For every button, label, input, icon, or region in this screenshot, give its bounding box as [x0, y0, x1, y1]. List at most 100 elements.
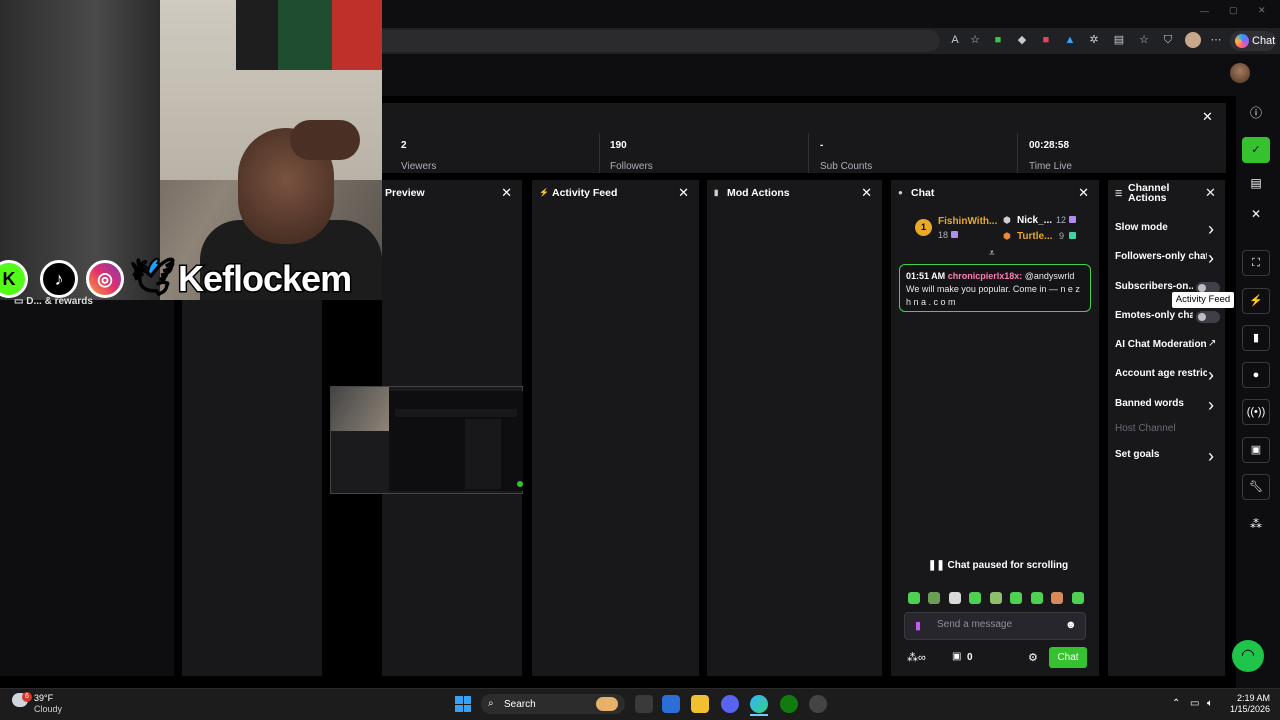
windows-start-icon[interactable]: [455, 696, 471, 712]
chat-icon[interactable]: ●: [1242, 362, 1270, 388]
document-icon[interactable]: ▮: [1242, 325, 1270, 351]
discord-icon[interactable]: [721, 695, 739, 713]
channel-actions-close-icon[interactable]: ✕: [1205, 185, 1216, 201]
emote-icon[interactable]: [1010, 592, 1022, 604]
emote-icon[interactable]: [949, 592, 961, 604]
chevron-right-icon[interactable]: ›: [1208, 248, 1214, 269]
chat-bubble-icon: ●: [898, 188, 903, 197]
extension-2-icon[interactable]: ◆: [1015, 33, 1029, 47]
streamer-arm: [290, 120, 360, 160]
emote-icon[interactable]: [969, 592, 981, 604]
layout-icon[interactable]: ▤: [1242, 170, 1270, 196]
chat-paused-notice[interactable]: ❚❚ Chat paused for scrolling: [928, 560, 1068, 571]
chat-close-icon[interactable]: ✕: [1078, 185, 1089, 201]
extensions-puzzle-icon[interactable]: ✲: [1087, 33, 1101, 47]
message-input-box[interactable]: ▮ ☻: [904, 612, 1086, 640]
more-menu-icon[interactable]: ⋯: [1209, 33, 1223, 47]
external-link-icon[interactable]: ↗: [1208, 338, 1216, 349]
leader-3-name[interactable]: Turtle...: [1017, 231, 1052, 242]
channel-action-3[interactable]: Emotes-only chat: [1115, 310, 1193, 321]
chevron-right-icon[interactable]: ›: [1208, 395, 1214, 416]
browser-essentials-icon[interactable]: ⛉: [1161, 33, 1175, 47]
chat-message[interactable]: 01:51 AM chronicpierlx18x: @andyswrld We…: [899, 264, 1091, 312]
store-icon[interactable]: ▣: [952, 651, 961, 662]
user-avatar[interactable]: [1230, 63, 1250, 83]
app-icon[interactable]: [809, 695, 827, 713]
toggle-switch[interactable]: [1196, 311, 1220, 323]
weather-temp[interactable]: 39°F: [34, 693, 53, 703]
info-icon[interactable]: ⓘ: [1242, 100, 1270, 126]
channel-action-5[interactable]: Account age restric: [1115, 368, 1207, 379]
preview-close-icon[interactable]: ✕: [501, 185, 512, 201]
check-icon[interactable]: ✓: [1242, 137, 1270, 163]
emote-icon[interactable]: [990, 592, 1002, 604]
channel-action-2[interactable]: Subscribers-on...: [1115, 281, 1193, 292]
share-icon[interactable]: ⁂: [1242, 511, 1270, 537]
microphone-icon[interactable]: ▮: [915, 619, 921, 632]
chat-settings-gear-icon[interactable]: ⚙: [1028, 651, 1038, 664]
read-aloud-icon[interactable]: A: [948, 33, 962, 47]
stats-close-icon[interactable]: ✕: [1202, 109, 1213, 125]
weather-condition[interactable]: Cloudy: [34, 704, 62, 714]
network-icon[interactable]: ▭: [1190, 698, 1199, 709]
tiktok-logo: ♪: [40, 260, 78, 298]
store-app-icon[interactable]: [662, 695, 680, 713]
channel-action-6[interactable]: Banned words: [1115, 398, 1207, 409]
emote-icon[interactable]: [1051, 592, 1063, 604]
rewards-sidebar-item[interactable]: ▭ D... & rewards: [14, 296, 93, 307]
tray-chevron-icon[interactable]: ⌃: [1172, 698, 1180, 709]
task-view-icon[interactable]: [635, 695, 653, 713]
emote-icon[interactable]: [1072, 592, 1084, 604]
expand-leaderboard-icon[interactable]: ⩡: [989, 248, 995, 259]
channel-action-8[interactable]: Set goals: [1115, 449, 1207, 460]
message-input[interactable]: [937, 619, 1057, 630]
leader-1-name[interactable]: FishinWith...: [938, 216, 997, 227]
chevron-right-icon[interactable]: ›: [1208, 446, 1214, 467]
leader-2-count: 12: [1056, 215, 1067, 225]
activity-feed-close-icon[interactable]: ✕: [678, 185, 689, 201]
channel-action-1[interactable]: Followers-only chat: [1115, 251, 1207, 262]
channel-action-4[interactable]: AI Chat Moderation: [1115, 339, 1207, 350]
profile-avatar-icon[interactable]: [1185, 32, 1201, 48]
window-maximize-icon[interactable]: ▢: [1229, 5, 1238, 16]
preview-panel-header: Preview ✕: [382, 180, 522, 206]
emoji-icon[interactable]: ☻: [1065, 619, 1077, 631]
taskbar-date[interactable]: 1/15/2026: [1220, 704, 1270, 714]
volume-icon[interactable]: 🔈︎: [1207, 698, 1213, 709]
lightning-icon[interactable]: ⚡: [1242, 288, 1270, 314]
split-screen-icon[interactable]: ▤: [1112, 33, 1126, 47]
favorite-star-icon[interactable]: ☆: [968, 33, 982, 47]
emote-icon[interactable]: [908, 592, 920, 604]
stream-preview-thumbnail[interactable]: [330, 386, 523, 494]
mod-actions-close-icon[interactable]: ✕: [861, 185, 872, 201]
video-icon[interactable]: ▣: [1242, 437, 1270, 463]
chevron-right-icon[interactable]: ›: [1208, 219, 1214, 240]
broadcast-icon[interactable]: ((•)): [1242, 399, 1270, 425]
channel-action-7: Host Channel: [1115, 423, 1176, 434]
emote-icon[interactable]: [928, 592, 940, 604]
extension-3-icon[interactable]: ■: [1039, 33, 1053, 47]
support-headset-icon[interactable]: ◠: [1232, 640, 1264, 672]
taskbar-time[interactable]: 2:19 AM: [1230, 693, 1270, 703]
chevron-right-icon[interactable]: ›: [1208, 365, 1214, 386]
extension-1-icon[interactable]: ■: [991, 33, 1005, 47]
wrench-icon[interactable]: 🔧︎: [1242, 474, 1270, 500]
file-explorer-icon[interactable]: [691, 695, 709, 713]
copilot-chat-button[interactable]: Chat: [1230, 31, 1276, 51]
xbox-icon[interactable]: [780, 695, 798, 713]
window-close-icon[interactable]: ✕: [1258, 5, 1266, 16]
chat-send-button[interactable]: Chat: [1049, 647, 1087, 668]
message-username[interactable]: chronicpierlx18x:: [948, 271, 1023, 281]
emote-icon[interactable]: [1031, 592, 1043, 604]
copilot-logo-icon: [1235, 34, 1249, 48]
edge-icon[interactable]: [750, 695, 768, 713]
screen-capture-icon[interactable]: ⛶: [1242, 250, 1270, 276]
infinite-points-icon[interactable]: ⁂∞: [907, 651, 926, 664]
url-field[interactable]: [382, 30, 940, 52]
channel-action-0[interactable]: Slow mode: [1115, 222, 1207, 233]
window-minimize-icon[interactable]: —: [1200, 6, 1209, 16]
close-rail-icon[interactable]: ✕: [1242, 201, 1270, 227]
leader-2-name[interactable]: Nick_...: [1017, 215, 1052, 226]
favorites-bar-icon[interactable]: ☆: [1137, 33, 1151, 47]
extension-4-icon[interactable]: ▲: [1063, 33, 1077, 47]
